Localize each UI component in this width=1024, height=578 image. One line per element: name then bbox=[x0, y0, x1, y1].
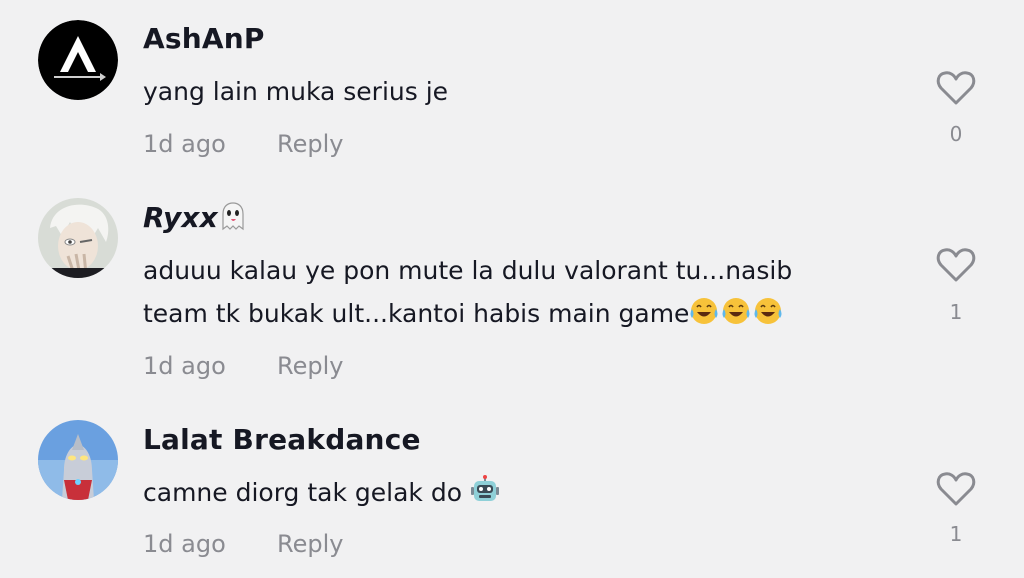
joy-emoji-icon bbox=[689, 296, 785, 339]
comment-item: Ryxx aduuu kalau ye pon mute la dulu val… bbox=[0, 195, 1024, 395]
timestamp: 1d ago bbox=[143, 530, 226, 558]
anime-character-avatar bbox=[38, 198, 118, 278]
ultraman-avatar bbox=[38, 420, 118, 500]
username[interactable]: AshAnP bbox=[143, 22, 265, 55]
like-count: 1 bbox=[949, 522, 963, 546]
username-text: Ryxx bbox=[143, 201, 218, 234]
comment-text-fragment: team tk bukak ult...kantoi habis main ga… bbox=[143, 299, 690, 328]
heart-icon[interactable] bbox=[934, 243, 978, 287]
avatar[interactable] bbox=[38, 198, 118, 278]
ghost-emoji-icon bbox=[222, 202, 244, 231]
robot-emoji-icon bbox=[470, 475, 499, 501]
comment-text: camne diorg tak gelak do bbox=[143, 471, 903, 514]
avatar[interactable] bbox=[38, 420, 118, 500]
ashanp-logo-avatar bbox=[38, 20, 118, 100]
timestamp: 1d ago bbox=[143, 352, 226, 380]
comment-item: AshAnP yang lain muka serius je 1d ago R… bbox=[0, 0, 1024, 180]
comments-list: AshAnP yang lain muka serius je 1d ago R… bbox=[0, 0, 1024, 578]
reply-button[interactable]: Reply bbox=[277, 352, 343, 380]
comment-text-fragment: camne diorg tak gelak do bbox=[143, 478, 463, 507]
like-count: 0 bbox=[949, 122, 963, 146]
like-count: 1 bbox=[949, 300, 963, 324]
comment-meta: 1d ago Reply bbox=[143, 130, 343, 158]
avatar[interactable] bbox=[38, 20, 118, 100]
comment-text-line: aduuu kalau ye pon mute la dulu valorant… bbox=[143, 256, 793, 285]
comment-meta: 1d ago Reply bbox=[143, 530, 343, 558]
username[interactable]: Ryxx bbox=[143, 201, 248, 234]
username[interactable]: Lalat Breakdance bbox=[143, 423, 421, 456]
comment-text: aduuu kalau ye pon mute la dulu valorant… bbox=[143, 249, 903, 339]
heart-icon[interactable] bbox=[934, 66, 978, 110]
heart-icon[interactable] bbox=[934, 467, 978, 511]
timestamp: 1d ago bbox=[143, 130, 226, 158]
comment-text-line: team tk bukak ult...kantoi habis main ga… bbox=[143, 292, 903, 339]
reply-button[interactable]: Reply bbox=[277, 130, 343, 158]
reply-button[interactable]: Reply bbox=[277, 530, 343, 558]
comment-meta: 1d ago Reply bbox=[143, 352, 343, 380]
comment-text: yang lain muka serius je bbox=[143, 77, 449, 106]
comment-item: Lalat Breakdance camne diorg tak gelak d… bbox=[0, 415, 1024, 578]
